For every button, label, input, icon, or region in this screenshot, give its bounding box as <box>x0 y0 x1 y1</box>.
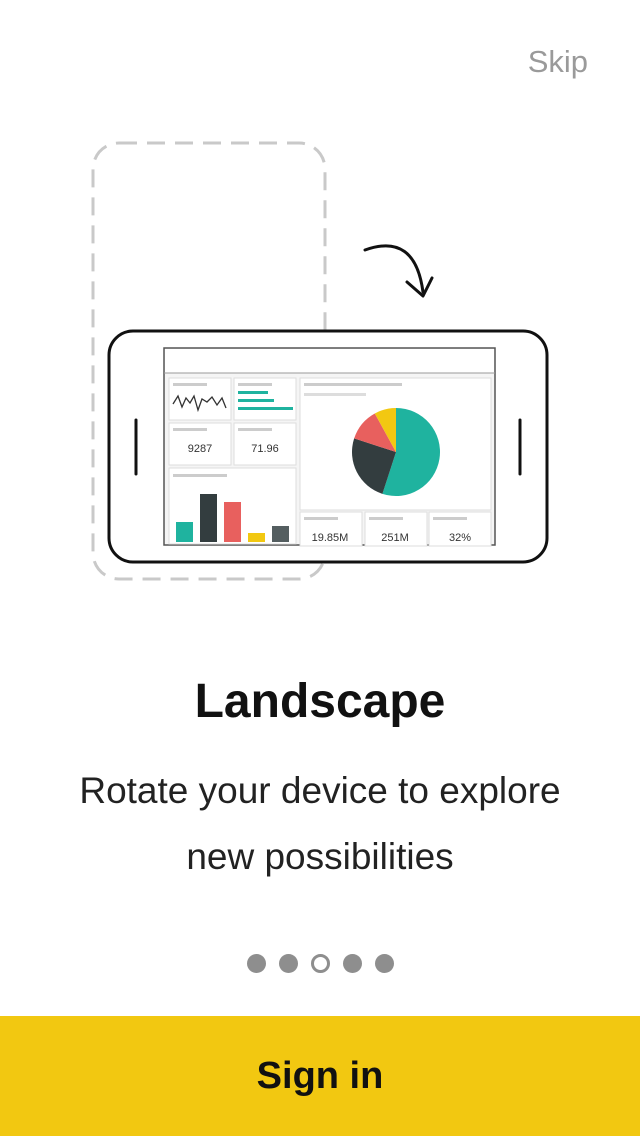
bar <box>176 522 193 542</box>
page-dot[interactable] <box>374 954 394 973</box>
bar <box>272 526 289 542</box>
landscape-illustration: 9287 71.96 19.85M 251M 32% <box>91 141 549 581</box>
bar <box>224 502 241 542</box>
page-title: Landscape <box>194 675 446 728</box>
rotate-arrow-icon <box>363 244 434 298</box>
page-indicator[interactable] <box>0 954 640 973</box>
sign-in-button[interactable]: Sign in <box>0 1016 640 1136</box>
kpi-value: 32% <box>449 532 471 544</box>
page-dot[interactable] <box>278 954 298 973</box>
page-dot[interactable] <box>342 954 362 973</box>
kpi-value: 71.96 <box>251 443 279 455</box>
kpi-value: 251M <box>381 532 409 544</box>
page-dot[interactable] <box>310 954 330 973</box>
page-description: Rotate your device to explore new possib… <box>79 770 561 877</box>
bar <box>248 533 265 542</box>
page-dot[interactable] <box>246 954 266 973</box>
pie-chart <box>352 408 440 497</box>
kpi-value: 9287 <box>188 443 212 455</box>
bar <box>200 494 217 542</box>
kpi-value: 19.85M <box>312 532 349 544</box>
